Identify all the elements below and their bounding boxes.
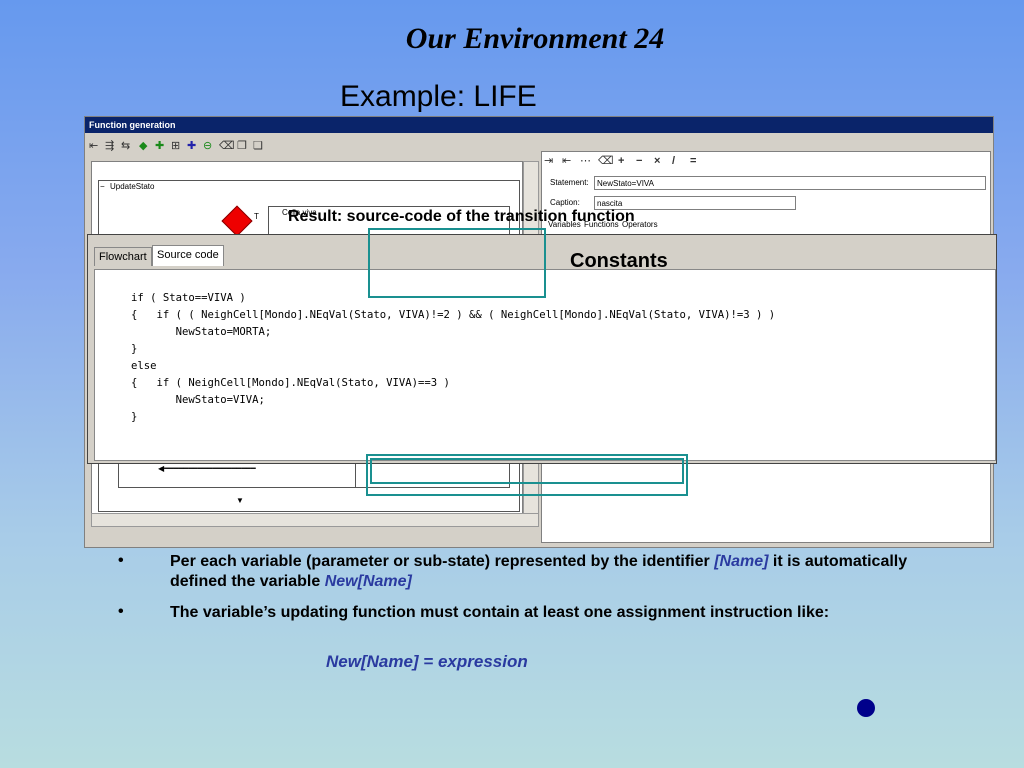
insert-condition-icon[interactable]: ◆ (139, 139, 147, 153)
operator-times[interactable]: × (654, 154, 660, 168)
operator-minus[interactable]: − (636, 154, 642, 168)
arrow-down-icon: ▼ (236, 496, 244, 505)
bullet-2: • The variable’s updating function must … (118, 603, 918, 647)
insert-loop-icon[interactable]: ⇆ (121, 139, 130, 153)
insert-branch-icon[interactable]: ⇶ (105, 139, 114, 153)
bullet-1-newname: New[Name] (324, 573, 412, 590)
compare-icon[interactable]: ⇤ (562, 154, 571, 168)
eraser-icon[interactable]: ⌫ (219, 139, 235, 153)
assign-icon[interactable]: ⇥ (544, 154, 553, 168)
collapse-icon[interactable]: − (100, 182, 105, 191)
bullet-1-part1: Per each variable (parameter or sub-stat… (170, 553, 715, 570)
operator-equals[interactable]: = (690, 154, 696, 168)
bullet-marker: • (118, 603, 124, 620)
more-icon[interactable]: ⋯ (580, 154, 591, 168)
bullet-1-name: [Name] (714, 553, 769, 570)
slide-title: Our Environment 24 (405, 22, 665, 55)
insert-end-icon[interactable]: ⊖ (203, 139, 212, 153)
highlight-box-constants-inner (370, 458, 684, 484)
statement-label: Statement: (550, 178, 589, 187)
tab-flowchart[interactable]: Flowchart (94, 247, 152, 266)
branch-true-label: T (254, 212, 259, 221)
tab-source-code[interactable]: Source code (152, 245, 224, 266)
source-code-text[interactable]: if ( Stato==VIVA ) { if ( ( NeighCell[Mo… (131, 290, 775, 426)
constants-annotation: Constants (570, 250, 668, 272)
copy-icon[interactable]: ❐ (237, 139, 247, 153)
slide-subtitle: Example: LIFE (340, 80, 537, 113)
slide-nav-dot[interactable] (857, 699, 875, 717)
highlight-box-code (368, 228, 546, 298)
statement-field[interactable]: NewStato=VIVA (594, 176, 986, 190)
add-node-icon[interactable]: ✚ (155, 139, 164, 153)
bullet-marker: • (118, 552, 124, 569)
insert-block-icon[interactable]: ⊞ (171, 139, 180, 153)
flowchart-hscrollbar[interactable] (91, 513, 539, 527)
bullet-2-text: The variable’s updating function must co… (170, 604, 830, 621)
formula-example: New[Name] = expression (326, 652, 528, 671)
paste-icon[interactable]: ❏ (253, 139, 263, 153)
flowchart-root-label: UpdateStato (110, 182, 155, 191)
insert-statement-icon[interactable]: ✚ (187, 139, 196, 153)
result-annotation: Result: source-code of the transition fu… (288, 208, 635, 225)
flowchart-toolbar: ⇤ ⇶ ⇆ ◆ ✚ ⊞ ✚ ⊖ ⌫ ❐ ❏ (89, 139, 289, 155)
bullet-1: • Per each variable (parameter or sub-st… (118, 552, 918, 596)
operator-toolbar: ⇥ ⇤ ⋯ ⌫ + − × / = (544, 154, 844, 170)
insert-sequence-icon[interactable]: ⇤ (89, 139, 98, 153)
bullet-1-text: Per each variable (parameter or sub-stat… (170, 552, 910, 592)
operator-divide[interactable]: / (672, 154, 675, 168)
caption-label: Caption: (550, 198, 580, 207)
window-title: Function generation (85, 117, 993, 133)
eraser-icon[interactable]: ⌫ (598, 154, 614, 168)
arrow-left-icon: ◀━━━━━━━━━━━━━━━━━━━ (158, 464, 256, 473)
operator-plus[interactable]: + (618, 154, 624, 168)
